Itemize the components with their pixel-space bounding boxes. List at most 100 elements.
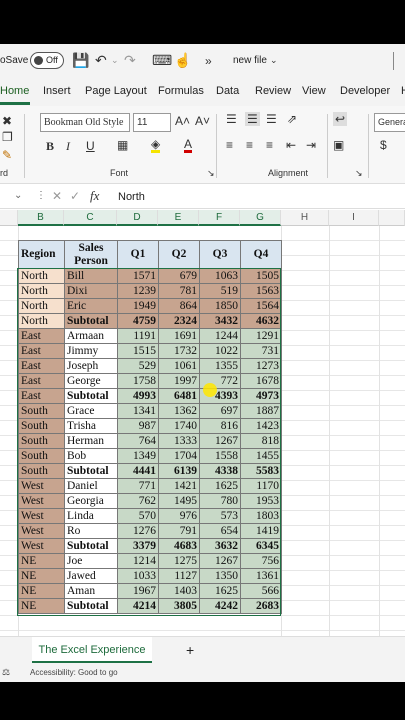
- cell-q3[interactable]: 816: [199, 418, 241, 434]
- wrap-text-icon[interactable]: ↩: [333, 112, 348, 126]
- italic-icon[interactable]: I: [66, 139, 70, 154]
- cell-q4[interactable]: 1419: [240, 523, 282, 539]
- cell-sales-person[interactable]: Bob: [64, 448, 118, 464]
- cell-q2[interactable]: 6139: [158, 463, 200, 479]
- cell-q2[interactable]: 1997: [158, 373, 200, 389]
- cell-region[interactable]: East: [18, 328, 65, 344]
- cell-sales-person[interactable]: Subtotal: [64, 388, 118, 404]
- cell-q2[interactable]: 1704: [158, 448, 200, 464]
- cell-q2[interactable]: 3805: [158, 598, 200, 614]
- cell-region[interactable]: West: [18, 538, 65, 554]
- font-size-box[interactable]: 11: [133, 113, 171, 132]
- cell-region[interactable]: NE: [18, 553, 65, 569]
- cell-region[interactable]: West: [18, 508, 65, 524]
- cut-icon[interactable]: ✖: [2, 114, 12, 128]
- header-sales-person[interactable]: Sales Person: [64, 240, 118, 269]
- cell-q4[interactable]: 818: [240, 433, 282, 449]
- cell-q4[interactable]: 1505: [240, 268, 282, 284]
- tab-review[interactable]: Review: [255, 85, 291, 97]
- cell-q4[interactable]: 1564: [240, 298, 282, 314]
- cell-q1[interactable]: 1214: [117, 553, 159, 569]
- formula-bar-options-icon[interactable]: ⋮: [36, 190, 46, 201]
- number-format-box[interactable]: General: [374, 113, 405, 132]
- copy-icon[interactable]: ❐: [2, 130, 13, 144]
- formula-input[interactable]: North: [118, 191, 145, 203]
- cell-q1[interactable]: 529: [117, 358, 159, 374]
- cell-q1[interactable]: 771: [117, 478, 159, 494]
- tab-developer[interactable]: Developer: [340, 85, 390, 97]
- cell-q2[interactable]: 1495: [158, 493, 200, 509]
- cell-q1[interactable]: 4441: [117, 463, 159, 479]
- cell-q3[interactable]: 1850: [199, 298, 241, 314]
- cell-q4[interactable]: 756: [240, 553, 282, 569]
- cell-q1[interactable]: 987: [117, 418, 159, 434]
- accessibility-icon[interactable]: ⚖: [2, 667, 10, 678]
- undo-icon[interactable]: ↶: [95, 52, 107, 69]
- cell-q2[interactable]: 791: [158, 523, 200, 539]
- underline-icon[interactable]: U: [86, 139, 95, 153]
- cell-q4[interactable]: 1361: [240, 568, 282, 584]
- cell-q2[interactable]: 781: [158, 283, 200, 299]
- cell-q3[interactable]: 1267: [199, 433, 241, 449]
- cell-q1[interactable]: 4214: [117, 598, 159, 614]
- name-box-chevron-icon[interactable]: ⌄: [14, 190, 22, 201]
- cell-region[interactable]: West: [18, 493, 65, 509]
- cell-sales-person[interactable]: Joe: [64, 553, 118, 569]
- undo-dropdown-icon[interactable]: ⌄: [111, 55, 119, 66]
- tab-data[interactable]: Data: [216, 85, 239, 97]
- cell-q3[interactable]: 1355: [199, 358, 241, 374]
- cancel-icon[interactable]: ✕: [52, 189, 62, 203]
- align-right-icon[interactable]: ≡: [266, 138, 273, 152]
- cell-region[interactable]: South: [18, 448, 65, 464]
- cell-q2[interactable]: 1403: [158, 583, 200, 599]
- accessibility-status[interactable]: Accessibility: Good to go: [30, 668, 118, 677]
- sheet-tab-the-excel-experience[interactable]: The Excel Experience: [32, 637, 152, 663]
- font-name-box[interactable]: Bookman Old Style: [40, 113, 130, 132]
- cell-q3[interactable]: 1625: [199, 583, 241, 599]
- cell-q4[interactable]: 1455: [240, 448, 282, 464]
- cell-region[interactable]: South: [18, 403, 65, 419]
- file-name[interactable]: new file: [233, 55, 267, 66]
- cell-q4[interactable]: 1423: [240, 418, 282, 434]
- cell-region[interactable]: East: [18, 373, 65, 389]
- cell-q2[interactable]: 864: [158, 298, 200, 314]
- cell-q1[interactable]: 3379: [117, 538, 159, 554]
- cell-q4[interactable]: 6345: [240, 538, 282, 554]
- cell-q2[interactable]: 1127: [158, 568, 200, 584]
- column-header-f[interactable]: F: [199, 210, 240, 226]
- align-left-icon[interactable]: ≡: [226, 138, 233, 152]
- cell-sales-person[interactable]: Trisha: [64, 418, 118, 434]
- cell-sales-person[interactable]: Grace: [64, 403, 118, 419]
- column-header-i[interactable]: I: [329, 210, 379, 226]
- cell-region[interactable]: West: [18, 478, 65, 494]
- cell-q2[interactable]: 2324: [158, 313, 200, 329]
- cell-q1[interactable]: 1949: [117, 298, 159, 314]
- cell-q3[interactable]: 1558: [199, 448, 241, 464]
- enter-icon[interactable]: ✓: [70, 189, 80, 203]
- header-region[interactable]: Region: [18, 240, 65, 269]
- cell-sales-person[interactable]: Herman: [64, 433, 118, 449]
- cell-q3[interactable]: 1267: [199, 553, 241, 569]
- cell-q2[interactable]: 679: [158, 268, 200, 284]
- cell-q4[interactable]: 1887: [240, 403, 282, 419]
- cell-region[interactable]: East: [18, 358, 65, 374]
- font-color-icon[interactable]: A: [184, 138, 193, 153]
- cell-q1[interactable]: 1276: [117, 523, 159, 539]
- increase-indent-icon[interactable]: ⇥: [306, 138, 316, 152]
- cell-q1[interactable]: 1033: [117, 568, 159, 584]
- cell-region[interactable]: East: [18, 388, 65, 404]
- header-q3[interactable]: Q3: [199, 240, 241, 269]
- cell-q3[interactable]: 4242: [199, 598, 241, 614]
- tab-view[interactable]: View: [302, 85, 326, 97]
- cell-sales-person[interactable]: George: [64, 373, 118, 389]
- format-painter-brush-icon[interactable]: ✎: [2, 148, 12, 162]
- cell-q2[interactable]: 976: [158, 508, 200, 524]
- cell-q4[interactable]: 566: [240, 583, 282, 599]
- cell-q3[interactable]: 1625: [199, 478, 241, 494]
- cell-sales-person[interactable]: Subtotal: [64, 538, 118, 554]
- cell-region[interactable]: East: [18, 343, 65, 359]
- align-bottom-icon[interactable]: ☰: [266, 112, 277, 126]
- cell-q3[interactable]: 1063: [199, 268, 241, 284]
- cell-q2[interactable]: 1740: [158, 418, 200, 434]
- cell-region[interactable]: North: [18, 298, 65, 314]
